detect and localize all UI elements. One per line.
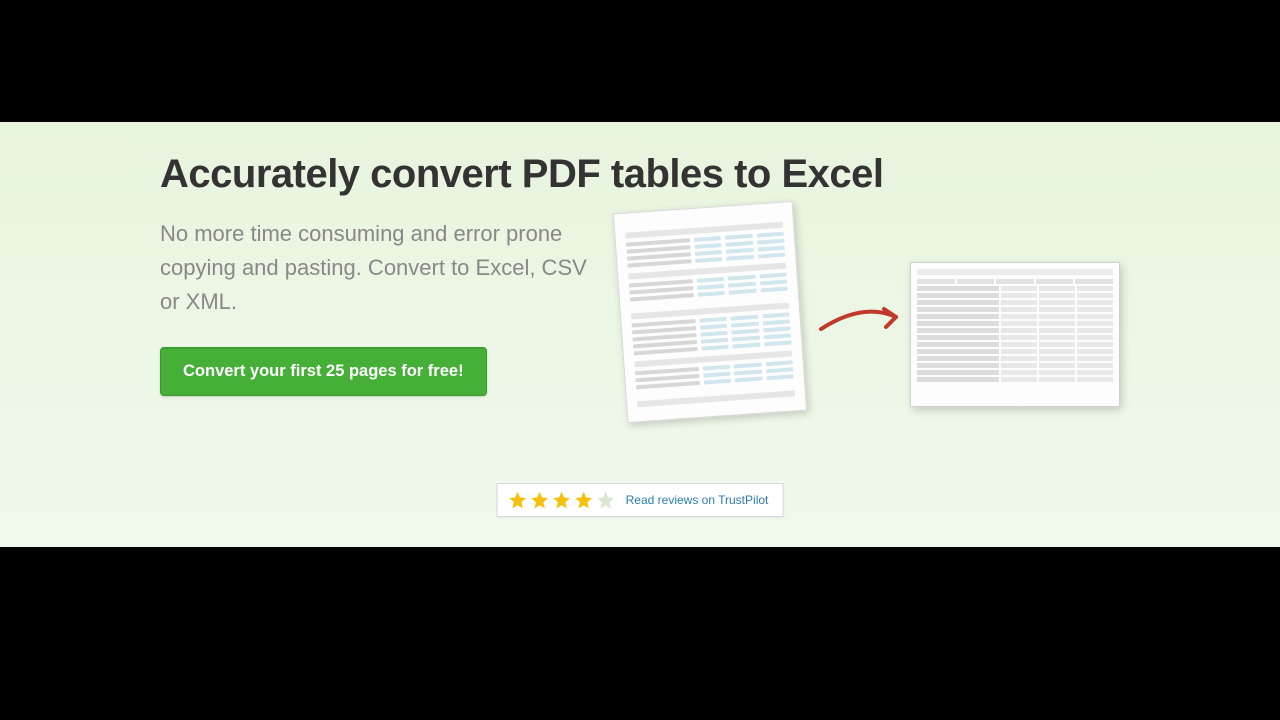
hero-section: Accurately convert PDF tables to Excel N… [0,122,1280,547]
star-empty-icon [596,490,616,510]
reviews-badge[interactable]: Read reviews on TrustPilot [497,483,784,517]
page-headline: Accurately convert PDF tables to Excel [160,152,884,197]
conversion-illustration [610,207,1140,427]
right-arrow-icon [818,297,908,347]
star-icon [508,490,528,510]
star-icon [530,490,550,510]
page-subhead: No more time consuming and error prone c… [160,217,590,319]
trustpilot-link[interactable]: Read reviews on TrustPilot [626,493,769,507]
star-icon [574,490,594,510]
excel-spreadsheet-icon [910,262,1120,407]
star-icon [552,490,572,510]
pdf-document-icon [613,201,807,423]
convert-cta-button[interactable]: Convert your first 25 pages for free! [160,347,487,396]
